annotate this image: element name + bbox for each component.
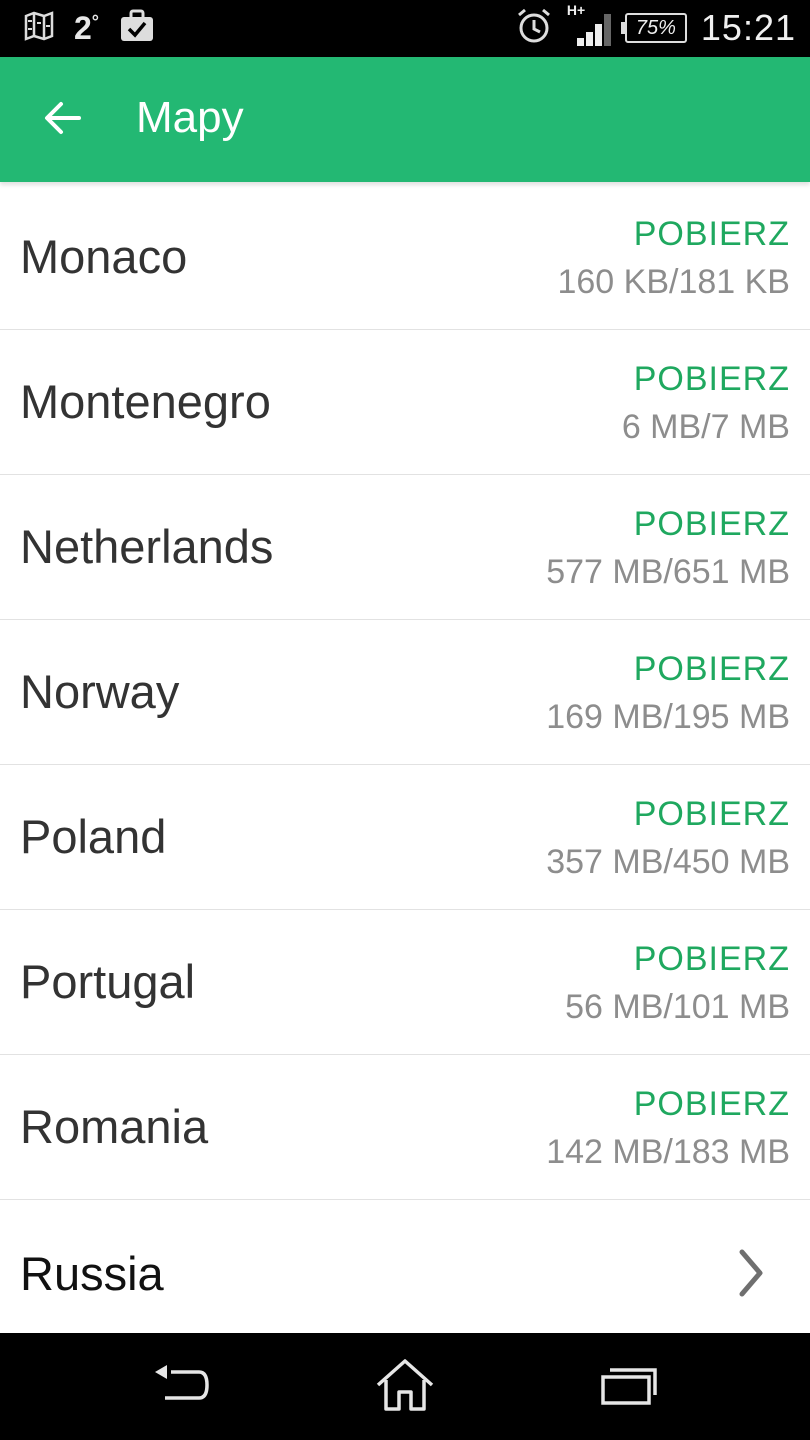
back-button[interactable] <box>30 87 96 153</box>
briefcase-check-icon <box>119 9 155 48</box>
download-size: 56 MB/101 MB <box>565 988 790 1026</box>
nav-back-button[interactable] <box>146 1357 216 1417</box>
nav-home-button[interactable] <box>370 1357 440 1417</box>
country-row-portugal[interactable]: Portugal POBIERZ 56 MB/101 MB <box>0 910 810 1055</box>
country-list: Monaco POBIERZ 160 KB/181 KB Montenegro … <box>0 185 810 1345</box>
country-name: Romania <box>20 1100 209 1153</box>
download-size: 6 MB/7 MB <box>621 408 790 446</box>
status-bar: 2° H+ 75% 15:21 <box>0 0 810 57</box>
temperature-text: 2° <box>74 9 99 46</box>
alarm-icon <box>515 7 553 50</box>
download-button[interactable]: POBIERZ <box>634 795 790 834</box>
clock-text: 15:21 <box>700 7 796 48</box>
country-name: Portugal <box>20 955 196 1008</box>
chevron-right-icon <box>736 1248 766 1298</box>
home-icon <box>374 1358 436 1417</box>
download-size: 169 MB/195 MB <box>546 698 790 736</box>
country-name: Montenegro <box>20 375 271 428</box>
country-name: Norway <box>20 665 180 718</box>
download-size: 160 KB/181 KB <box>557 263 790 301</box>
country-row-norway[interactable]: Norway POBIERZ 169 MB/195 MB <box>0 620 810 765</box>
download-button[interactable]: POBIERZ <box>634 360 790 399</box>
country-group-russia[interactable]: Russia <box>0 1200 810 1345</box>
country-name: Poland <box>20 810 167 863</box>
download-button[interactable]: POBIERZ <box>634 940 790 979</box>
app-bar: Mapy <box>0 57 810 182</box>
country-row-netherlands[interactable]: Netherlands POBIERZ 577 MB/651 MB <box>0 475 810 620</box>
map-icon <box>24 10 54 46</box>
nav-recents-button[interactable] <box>594 1357 664 1417</box>
recents-icon <box>600 1364 658 1411</box>
signal-icon: H+ <box>567 2 611 48</box>
arrow-left-icon <box>43 98 83 143</box>
download-size: 357 MB/450 MB <box>546 843 790 881</box>
page-title: Mapy <box>136 93 244 142</box>
back-icon <box>151 1362 211 1413</box>
country-row-romania[interactable]: Romania POBIERZ 142 MB/183 MB <box>0 1055 810 1200</box>
country-name: Monaco <box>20 230 188 283</box>
system-nav-bar <box>0 1333 810 1440</box>
download-button[interactable]: POBIERZ <box>634 1085 790 1124</box>
country-row-montenegro[interactable]: Montenegro POBIERZ 6 MB/7 MB <box>0 330 810 475</box>
country-name: Russia <box>20 1247 164 1300</box>
status-bar-left: 2° <box>24 8 155 48</box>
country-row-monaco[interactable]: Monaco POBIERZ 160 KB/181 KB <box>0 185 810 330</box>
download-size: 577 MB/651 MB <box>546 553 790 591</box>
download-button[interactable]: POBIERZ <box>634 650 790 689</box>
download-size: 142 MB/183 MB <box>546 1133 790 1171</box>
download-button[interactable]: POBIERZ <box>634 215 790 254</box>
country-row-poland[interactable]: Poland POBIERZ 357 MB/450 MB <box>0 765 810 910</box>
country-name: Netherlands <box>20 520 274 573</box>
battery-icon: 75% <box>620 13 687 43</box>
download-button[interactable]: POBIERZ <box>634 505 790 544</box>
status-bar-right: H+ 75% 15:21 <box>515 2 796 50</box>
